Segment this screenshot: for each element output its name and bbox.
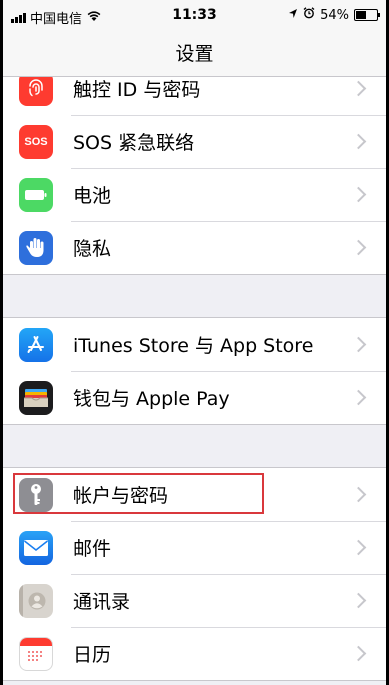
row-label: 帐户与密码 bbox=[73, 485, 169, 507]
row-label: iTunes Store 与 App Store bbox=[73, 335, 314, 357]
chevron-right-icon bbox=[350, 389, 367, 406]
chevron-right-icon bbox=[350, 336, 367, 353]
row-label: 日历 bbox=[73, 644, 112, 666]
settings-group-2: iTunes Store 与 App Store 钱包与 Apple Pay bbox=[3, 317, 386, 425]
row-label: 隐私 bbox=[73, 238, 112, 260]
row-privacy[interactable]: 隐私 bbox=[3, 221, 386, 274]
settings-group-1: 触控 ID 与密码 SOS SOS 紧急联络 电池 隐私 bbox=[3, 77, 386, 275]
status-right: 54% bbox=[288, 7, 380, 23]
row-mail[interactable]: 邮件 bbox=[3, 521, 386, 574]
chevron-right-icon bbox=[350, 486, 367, 503]
chevron-right-icon bbox=[350, 539, 367, 556]
row-sos[interactable]: SOS SOS 紧急联络 bbox=[3, 115, 386, 168]
app-store-icon bbox=[19, 328, 53, 362]
fingerprint-icon bbox=[19, 77, 53, 106]
location-arrow-icon bbox=[288, 8, 298, 23]
sos-icon: SOS bbox=[19, 125, 53, 159]
row-touch-id-passcode[interactable]: 触控 ID 与密码 bbox=[3, 77, 386, 115]
battery-percent: 54% bbox=[320, 7, 349, 23]
status-bar: 中国电信 11:33 54% bbox=[3, 0, 386, 32]
row-accounts-passwords[interactable]: 帐户与密码 bbox=[3, 468, 386, 521]
row-itunes-app-store[interactable]: iTunes Store 与 App Store bbox=[3, 318, 386, 371]
row-label: 通讯录 bbox=[73, 591, 131, 613]
battery-icon bbox=[19, 178, 53, 212]
row-label: 钱包与 Apple Pay bbox=[73, 388, 230, 410]
row-wallet-apple-pay[interactable]: 钱包与 Apple Pay bbox=[3, 371, 386, 424]
alarm-icon bbox=[303, 7, 315, 23]
contacts-icon bbox=[19, 584, 53, 618]
mail-icon bbox=[19, 531, 53, 565]
row-calendar[interactable]: 日历 bbox=[3, 627, 386, 680]
row-contacts[interactable]: 通讯录 bbox=[3, 574, 386, 627]
settings-list: 触控 ID 与密码 SOS SOS 紧急联络 电池 隐私 iTunes Stor… bbox=[3, 77, 386, 685]
key-icon bbox=[19, 478, 53, 512]
page-title: 设置 bbox=[3, 32, 386, 77]
chevron-right-icon bbox=[350, 239, 367, 256]
row-battery[interactable]: 电池 bbox=[3, 168, 386, 221]
chevron-right-icon bbox=[350, 645, 367, 662]
settings-screen: 中国电信 11:33 54% 设置 触控 ID 与密码 SOS SOS 紧急联络… bbox=[3, 0, 386, 685]
row-label: 电池 bbox=[73, 185, 112, 207]
row-label: 触控 ID 与密码 bbox=[73, 79, 201, 101]
chevron-right-icon bbox=[350, 133, 367, 150]
row-label: SOS 紧急联络 bbox=[73, 132, 195, 154]
row-label: 邮件 bbox=[73, 538, 112, 560]
hand-icon bbox=[19, 231, 53, 265]
wallet-icon bbox=[19, 381, 53, 415]
chevron-right-icon bbox=[350, 186, 367, 203]
chevron-right-icon bbox=[350, 592, 367, 609]
battery-status-icon bbox=[354, 9, 380, 21]
chevron-right-icon bbox=[350, 80, 367, 97]
calendar-icon bbox=[19, 637, 53, 671]
settings-group-3: 帐户与密码 邮件 通讯录 日历 bbox=[3, 467, 386, 681]
